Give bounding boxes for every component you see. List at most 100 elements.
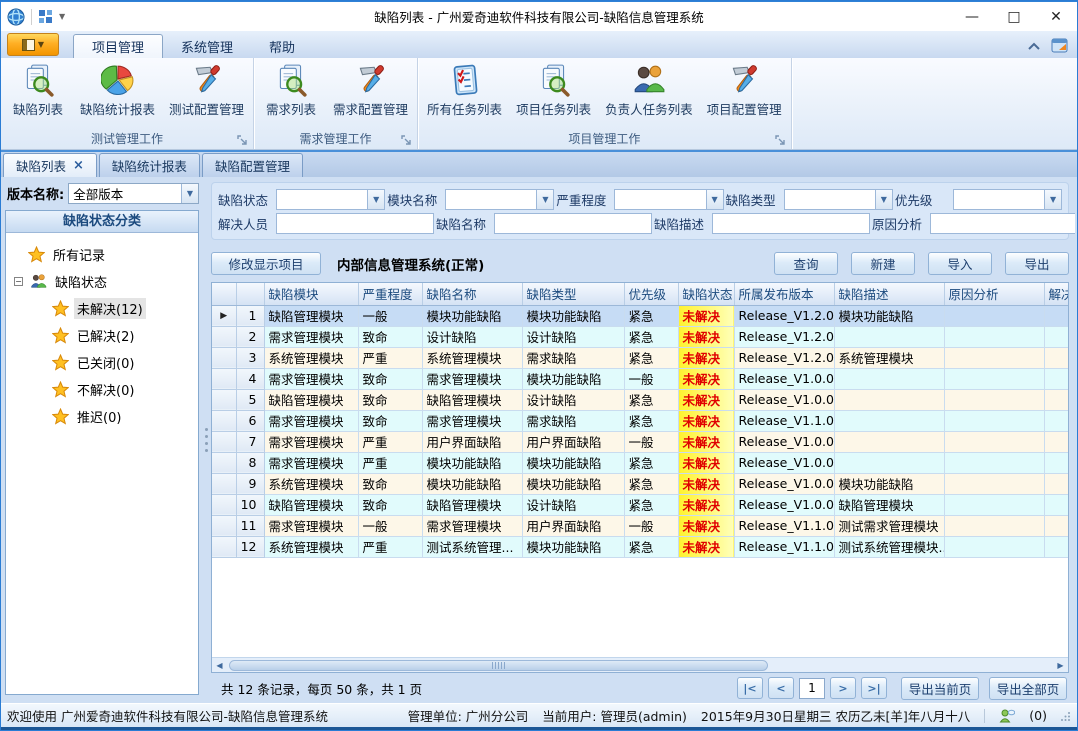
resize-grip-icon[interactable]: [1061, 711, 1071, 721]
row-selector-cell[interactable]: [212, 494, 236, 515]
tree-item-5[interactable]: 不解决(0): [6, 376, 198, 403]
column-header[interactable]: 所属发布版本: [734, 283, 834, 305]
filter-input[interactable]: [930, 213, 1075, 234]
chevron-down-icon[interactable]: ▼: [181, 184, 198, 203]
ribbon-button[interactable]: 缺陷列表: [3, 61, 73, 120]
next-page-button[interactable]: >: [830, 677, 856, 699]
messages-user-icon[interactable]: [999, 709, 1015, 723]
column-header[interactable]: 缺陷状态: [678, 283, 734, 305]
action-button-1[interactable]: 新建: [851, 252, 915, 275]
column-header[interactable]: 缺陷类型: [522, 283, 624, 305]
chevron-down-icon[interactable]: ▼: [367, 190, 384, 209]
row-selector-cell[interactable]: [212, 515, 236, 536]
table-row[interactable]: 9系统管理模块致命模块功能缺陷模块功能缺陷紧急未解决Release_V1.0.0…: [212, 473, 1069, 494]
filter-select[interactable]: ▼: [953, 189, 1062, 210]
export-current-page-button[interactable]: 导出当前页: [901, 677, 979, 700]
tree-item-1[interactable]: −缺陷状态: [6, 268, 198, 295]
messages-count[interactable]: (0): [1029, 708, 1047, 723]
filter-input[interactable]: [494, 213, 652, 234]
dialog-launcher-icon[interactable]: [401, 135, 412, 146]
close-button[interactable]: ✕: [1035, 2, 1077, 31]
tree-item-2[interactable]: 未解决(12): [6, 295, 198, 322]
row-selector-cell[interactable]: [212, 347, 236, 368]
first-page-button[interactable]: |<: [737, 677, 763, 699]
row-selector-cell[interactable]: [212, 431, 236, 452]
action-button-3[interactable]: 导出: [1005, 252, 1069, 275]
quick-access-icon[interactable]: [38, 9, 53, 24]
ribbon-button[interactable]: 项目配置管理: [700, 61, 789, 120]
horizontal-scrollbar[interactable]: ◀ ▶: [212, 657, 1068, 672]
scroll-left-icon[interactable]: ◀: [212, 658, 227, 672]
column-header[interactable]: 解决方法: [1044, 283, 1069, 305]
splitter-handle[interactable]: [201, 177, 211, 703]
close-icon[interactable]: ×: [73, 159, 84, 172]
row-selector-cell[interactable]: [212, 410, 236, 431]
ribbon-button[interactable]: 项目任务列表: [509, 61, 598, 120]
page-input[interactable]: [799, 678, 825, 699]
prev-page-button[interactable]: <: [768, 677, 794, 699]
tree-item-4[interactable]: 已关闭(0): [6, 349, 198, 376]
table-row[interactable]: 8需求管理模块严重模块功能缺陷模块功能缺陷紧急未解决Release_V1.0.0: [212, 452, 1069, 473]
collapse-ribbon-icon[interactable]: [1027, 42, 1041, 51]
last-page-button[interactable]: >|: [861, 677, 887, 699]
table-row[interactable]: 6需求管理模块致命需求管理模块需求缺陷紧急未解决Release_V1.1.0: [212, 410, 1069, 431]
help-window-icon[interactable]: [1051, 38, 1069, 54]
table-row[interactable]: 12系统管理模块严重测试系统管理...模块功能缺陷紧急未解决Release_V1…: [212, 536, 1069, 557]
action-button-2[interactable]: 导入: [928, 252, 992, 275]
table-row[interactable]: 11需求管理模块一般需求管理模块用户界面缺陷一般未解决Release_V1.1.…: [212, 515, 1069, 536]
maximize-button[interactable]: □: [993, 2, 1035, 31]
tree-item-6[interactable]: 推迟(0): [6, 403, 198, 430]
row-selector-cell[interactable]: ▶: [212, 305, 236, 326]
minimize-button[interactable]: —: [951, 2, 993, 31]
filter-input[interactable]: [712, 213, 870, 234]
ribbon-tab-0[interactable]: 项目管理: [73, 34, 163, 58]
ribbon-button[interactable]: 需求列表: [256, 61, 326, 120]
tree-item-0[interactable]: 所有记录: [6, 241, 198, 268]
row-selector-cell[interactable]: [212, 536, 236, 557]
row-selector-cell[interactable]: [212, 473, 236, 494]
table-row[interactable]: 7需求管理模块严重用户界面缺陷用户界面缺陷一般未解决Release_V1.0.0: [212, 431, 1069, 452]
ribbon-button[interactable]: 负责人任务列表: [598, 61, 700, 120]
action-button-0[interactable]: 查询: [774, 252, 838, 275]
filter-input[interactable]: [276, 213, 434, 234]
column-header[interactable]: 缺陷模块: [264, 283, 358, 305]
column-header[interactable]: 严重程度: [358, 283, 422, 305]
filter-select[interactable]: ▼: [276, 189, 385, 210]
quick-access-caret-icon[interactable]: ▼: [59, 12, 65, 21]
row-selector-cell[interactable]: [212, 389, 236, 410]
filter-select[interactable]: ▼: [784, 189, 893, 210]
chevron-down-icon[interactable]: ▼: [875, 190, 892, 209]
table-row[interactable]: 4需求管理模块致命需求管理模块模块功能缺陷一般未解决Release_V1.0.0: [212, 368, 1069, 389]
ribbon-button[interactable]: 缺陷统计报表: [73, 61, 162, 120]
version-select[interactable]: 全部版本 ▼: [68, 183, 199, 204]
export-all-pages-button[interactable]: 导出全部页: [989, 677, 1067, 700]
column-header[interactable]: 缺陷描述: [834, 283, 944, 305]
modify-columns-button[interactable]: 修改显示项目: [211, 252, 321, 275]
ribbon-button[interactable]: 测试配置管理: [162, 61, 251, 120]
scroll-right-icon[interactable]: ▶: [1053, 658, 1068, 672]
column-header[interactable]: 原因分析: [944, 283, 1044, 305]
table-row[interactable]: ▶1缺陷管理模块一般模块功能缺陷模块功能缺陷紧急未解决Release_V1.2.…: [212, 305, 1069, 326]
filter-select[interactable]: ▼: [614, 189, 723, 210]
ribbon-button[interactable]: 需求配置管理: [326, 61, 415, 120]
table-row[interactable]: 5缺陷管理模块致命缺陷管理模块设计缺陷紧急未解决Release_V1.0.0: [212, 389, 1069, 410]
table-row[interactable]: 3系统管理模块严重系统管理模块需求缺陷紧急未解决Release_V1.2.0系统…: [212, 347, 1069, 368]
ribbon-tab-1[interactable]: 系统管理: [163, 34, 251, 58]
ribbon-button[interactable]: 所有任务列表: [420, 61, 509, 120]
row-selector-cell[interactable]: [212, 326, 236, 347]
dialog-launcher-icon[interactable]: [775, 135, 786, 146]
document-tab-1[interactable]: 缺陷统计报表: [99, 153, 200, 177]
row-selector-cell[interactable]: [212, 452, 236, 473]
document-tab-2[interactable]: 缺陷配置管理: [202, 153, 303, 177]
application-menu-button[interactable]: ▼: [7, 33, 59, 56]
chevron-down-icon[interactable]: ▼: [1044, 190, 1061, 209]
filter-select[interactable]: ▼: [445, 189, 554, 210]
scrollbar-thumb[interactable]: [229, 660, 768, 671]
chevron-down-icon[interactable]: ▼: [536, 190, 553, 209]
document-tab-0[interactable]: 缺陷列表×: [3, 153, 97, 177]
column-header[interactable]: 缺陷名称: [422, 283, 522, 305]
tree-item-3[interactable]: 已解决(2): [6, 322, 198, 349]
chevron-down-icon[interactable]: ▼: [706, 190, 723, 209]
table-row[interactable]: 10缺陷管理模块致命缺陷管理模块设计缺陷紧急未解决Release_V1.0.0缺…: [212, 494, 1069, 515]
ribbon-tab-2[interactable]: 帮助: [251, 34, 313, 58]
